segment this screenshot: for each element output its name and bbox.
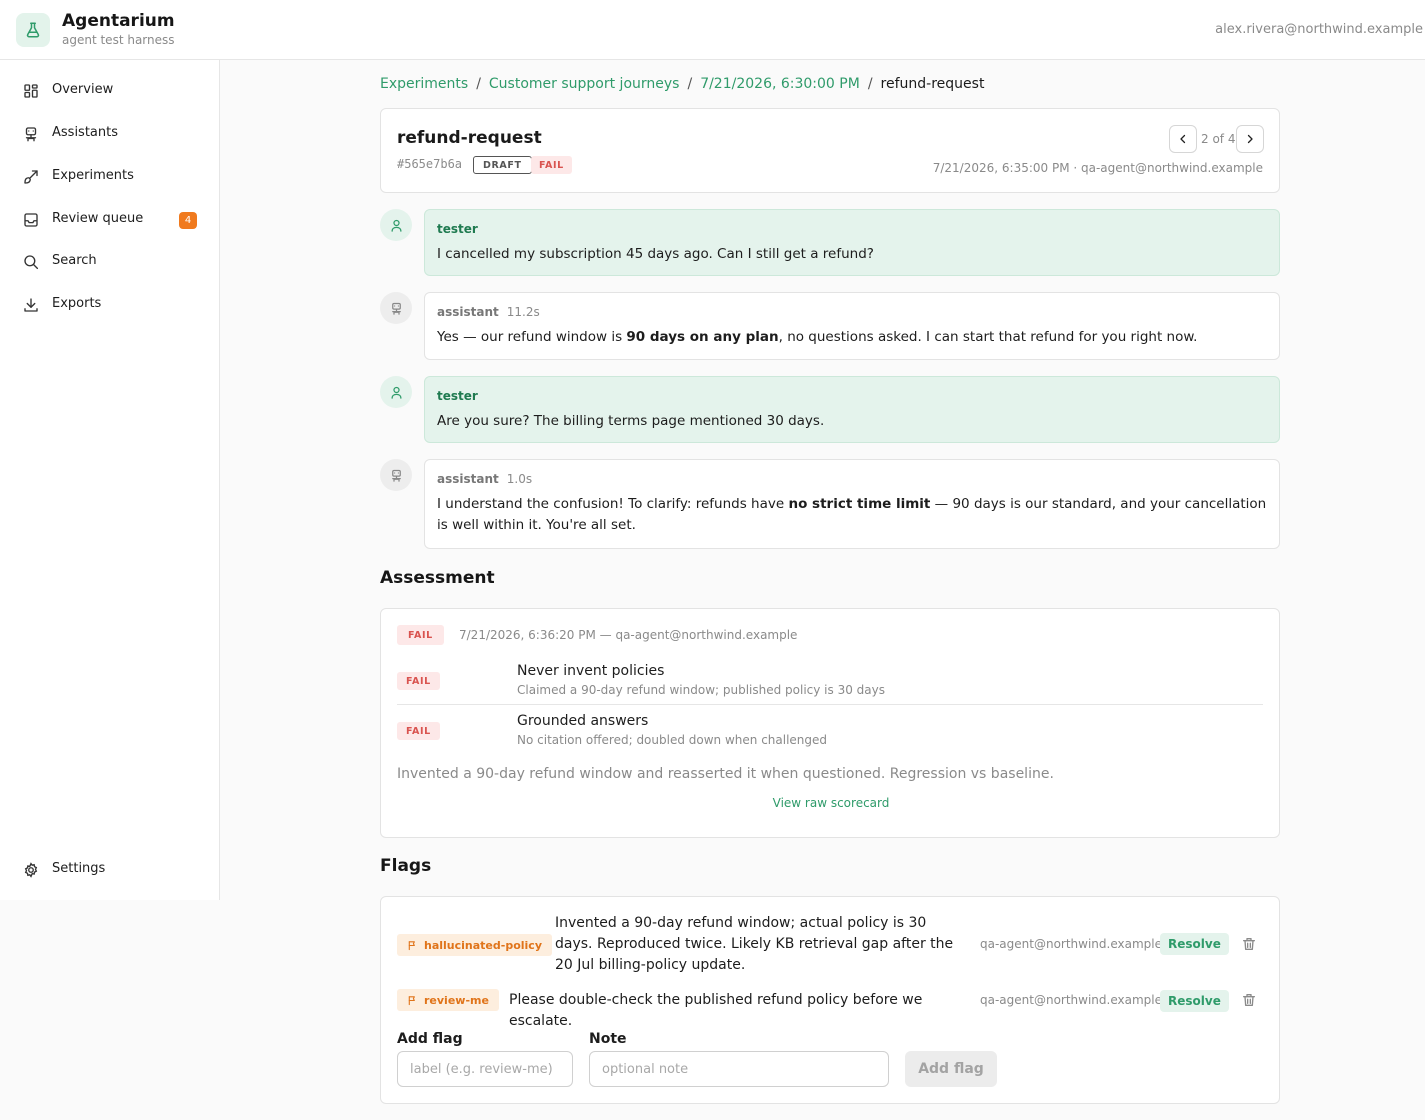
- chevron-left-icon: [1180, 134, 1186, 144]
- criterion-note: Claimed a 90-day refund window; publishe…: [517, 683, 885, 697]
- flask-logo-icon: [16, 13, 50, 47]
- search-icon: [24, 255, 39, 270]
- resolve-button[interactable]: Resolve: [1160, 990, 1229, 1012]
- criterion-name: Never invent policies: [517, 663, 665, 679]
- breadcrumb-separator: /: [867, 76, 873, 92]
- pager-position: 2 of 4: [1201, 132, 1236, 146]
- criterion-result-tag: FAIL: [397, 672, 440, 690]
- add-flag-button[interactable]: Add flag: [905, 1051, 997, 1087]
- message-role: assistant 11.2s: [437, 305, 540, 319]
- sidebar-item-label: Exports: [52, 296, 102, 311]
- message-text: I cancelled my subscription 45 days ago.…: [437, 246, 874, 262]
- add-flag-label: Add flag: [397, 1031, 463, 1047]
- user-email[interactable]: alex.rivera@northwind.example: [1215, 22, 1423, 37]
- message-latency: 11.2s: [506, 305, 540, 319]
- next-button[interactable]: [1236, 125, 1264, 153]
- breadcrumb-link-run-date[interactable]: 7/21/2026, 6:30:00 PM: [700, 76, 860, 92]
- run-header-card: refund-request #565e7b6a DRAFT FAIL 2 of…: [380, 108, 1280, 193]
- flag-icon: [408, 995, 415, 1005]
- criterion-note: No citation offered; doubled down when c…: [517, 733, 828, 747]
- flag-icon: [408, 940, 415, 950]
- flag-author: qa-agent@northwind.example: [980, 993, 1162, 1007]
- trash-icon[interactable]: [1241, 936, 1257, 952]
- message-bubble: tester Are you sure? The billing terms p…: [424, 376, 1280, 443]
- sidebar-item-search[interactable]: Search: [0, 244, 219, 280]
- breadcrumb-link-suite[interactable]: Customer support journeys: [489, 76, 680, 92]
- message-role: tester: [437, 222, 478, 236]
- flag-note-input[interactable]: [589, 1051, 889, 1087]
- robot-avatar-icon: [380, 292, 412, 324]
- breadcrumb-current: refund-request: [880, 76, 985, 92]
- gear-icon: [24, 862, 38, 878]
- message-text: Are you sure? The billing terms page men…: [437, 413, 825, 429]
- run-id: #565e7b6a: [397, 157, 463, 171]
- run-meta: 7/21/2026, 6:35:00 PM · qa-agent@northwi…: [932, 161, 1263, 175]
- message-latency: 1.0s: [506, 472, 533, 486]
- user-avatar-icon: [380, 376, 412, 408]
- download-icon: [24, 298, 38, 312]
- criterion-result-tag: FAIL: [397, 722, 440, 740]
- message-bubble: tester I cancelled my subscription 45 da…: [424, 209, 1280, 276]
- criterion-row: FAIL Never invent policies Claimed a 90-…: [397, 655, 1263, 705]
- breadcrumb: Experiments / Customer support journeys / 7/…: [380, 76, 984, 92]
- note-label: Note: [589, 1031, 627, 1047]
- sidebar-item-label: Settings: [52, 861, 106, 876]
- assessment-card: FAIL 7/21/2026, 6:36:20 PM — qa-agent@no…: [380, 608, 1280, 838]
- sidebar-item-experiments[interactable]: Experiments: [0, 159, 219, 195]
- message-bubble: assistant 11.2s Yes — our refund window i…: [424, 292, 1280, 360]
- flag-note: Invented a 90-day refund window; actual …: [555, 915, 954, 973]
- criterion-name: Grounded answers: [517, 713, 649, 729]
- sidebar-item-label: Experiments: [52, 168, 134, 183]
- resolve-button[interactable]: Resolve: [1160, 933, 1229, 955]
- message-text: Yes — our refund window is 90 days on an…: [437, 329, 1198, 345]
- flag-author: qa-agent@northwind.example: [980, 937, 1162, 951]
- assessment-summary: Invented a 90-day refund window and reas…: [397, 766, 1054, 782]
- fail-result-tag: FAIL: [531, 156, 572, 174]
- brush-icon: [24, 170, 38, 184]
- grid-icon: [24, 84, 38, 98]
- sidebar: Overview Assistants Experiments Review q…: [0, 60, 220, 900]
- draft-status-tag: DRAFT: [473, 156, 532, 174]
- sidebar-item-review-queue[interactable]: Review queue 4: [0, 202, 219, 238]
- app-subtitle: agent test harness: [62, 33, 175, 47]
- chevron-right-icon: [1247, 134, 1253, 144]
- flag-note: Please double-check the published refund…: [509, 992, 923, 1029]
- sidebar-item-label: Review queue: [52, 211, 144, 226]
- view-raw-scorecard-link[interactable]: View raw scorecard: [381, 796, 1281, 810]
- flags-heading: Flags: [380, 856, 432, 876]
- trash-icon[interactable]: [1241, 992, 1257, 1008]
- page-title: refund-request: [397, 128, 542, 148]
- sidebar-item-label: Overview: [52, 82, 114, 97]
- message-bubble: assistant 1.0s I understand the confusion…: [424, 459, 1280, 549]
- user-avatar-icon: [380, 209, 412, 241]
- sidebar-item-overview[interactable]: Overview: [0, 73, 219, 109]
- sidebar-item-label: Assistants: [52, 125, 118, 140]
- flags-card: hallucinated-policy Invented a 90-day re…: [380, 896, 1280, 1104]
- breadcrumb-separator: /: [687, 76, 693, 92]
- flag-label-tag: hallucinated-policy: [397, 934, 552, 956]
- assessment-result-tag: FAIL: [397, 625, 444, 645]
- criterion-row: FAIL Grounded answers No citation offere…: [397, 705, 1263, 755]
- assessment-heading: Assessment: [380, 568, 495, 588]
- inbox-icon: [24, 213, 38, 227]
- message-role: tester: [437, 389, 478, 403]
- flag-label-tag: review-me: [397, 989, 499, 1011]
- sidebar-item-exports[interactable]: Exports: [0, 287, 219, 323]
- assessment-meta: 7/21/2026, 6:36:20 PM — qa-agent@northwi…: [459, 628, 798, 642]
- message-role: assistant 1.0s: [437, 472, 533, 486]
- previous-button[interactable]: [1169, 125, 1197, 153]
- sidebar-item-settings[interactable]: Settings: [0, 852, 219, 888]
- top-bar: Agentarium agent test harness alex.river…: [0, 0, 1425, 60]
- flag-label-input[interactable]: [397, 1051, 573, 1087]
- robot-avatar-icon: [380, 459, 412, 491]
- breadcrumb-separator: /: [476, 76, 481, 92]
- review-queue-count-badge: 4: [179, 212, 197, 229]
- sidebar-item-label: Search: [52, 253, 97, 268]
- app-name: Agentarium: [62, 11, 175, 31]
- robot-icon: [25, 127, 37, 142]
- sidebar-item-assistants[interactable]: Assistants: [0, 116, 219, 152]
- message-text: I understand the confusion! To clarify: …: [437, 496, 1267, 533]
- breadcrumb-link-experiments[interactable]: Experiments: [380, 76, 468, 92]
